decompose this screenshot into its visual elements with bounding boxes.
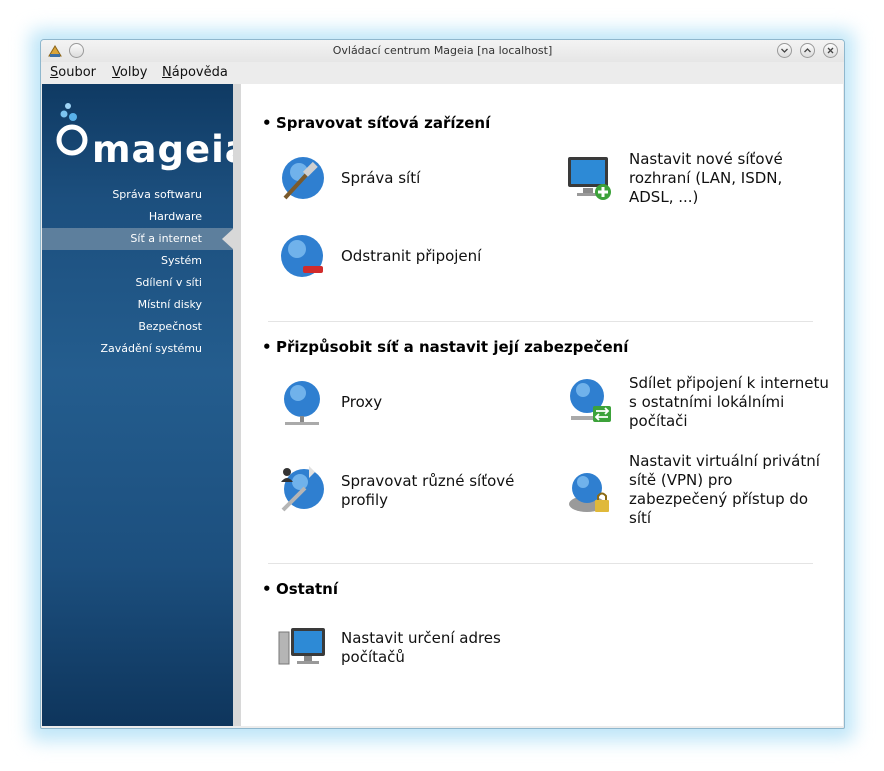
close-button[interactable] [823,43,838,58]
sidebar-item-zavadeni-systemu[interactable]: Zavádění systému [42,338,233,360]
section-title: • Spravovat síťová zařízení [262,114,491,132]
sidebar-item-sprava-softwaru[interactable]: Správa softwaru [42,184,233,206]
section-title: • Ostatní [262,580,338,598]
tool-sprava-siti[interactable]: Správa sítí [277,154,537,208]
globe-hammer-icon [282,157,324,200]
tool-sdilet-pripojeni[interactable]: Sdílet připojení k internetu s ostatními… [565,374,835,438]
globe-vpn-lock-icon [569,473,609,512]
logo-text: mageia [92,128,251,171]
title-bar[interactable]: Ovládací centrum Mageia [na localhost] [41,40,844,62]
mageia-logo: mageia [54,100,250,171]
sidebar-item-mistni-disky[interactable]: Místní disky [42,294,233,316]
menu-volby[interactable]: Volby [112,65,147,80]
close-icon [827,47,834,54]
tool-odstranit-pripojeni[interactable]: Odstranit připojení [277,232,537,286]
chevron-down-icon [781,48,788,53]
tool-label: Nastavit virtuální privátní sítě (VPN) p… [629,452,820,527]
sidebar-item-bezpecnost[interactable]: Bezpečnost [42,316,233,338]
main-panel: •Spravovat síťová zařízení Správa sítí [241,84,843,726]
computer-hosts-icon [278,628,325,665]
globe-profiles-icon [281,466,324,512]
tool-nastavit-nove-rozhrani[interactable]: Nastavit nové síťové rozhraní (LAN, ISDN… [565,150,835,212]
mageia-cauldron-icon [56,103,88,156]
sidebar-nav: Správa softwaru Hardware Síť a internet … [42,184,234,360]
section-divider [268,321,813,322]
tool-label: Nastavit nové síťové rozhraní (LAN, ISDN… [629,150,783,206]
app-window: Ovládací centrum Mageia [na localhost] S… [40,39,845,729]
sidebar-item-system[interactable]: Systém [42,250,233,272]
tool-label: Sdílet připojení k internetu s ostatními… [629,374,829,430]
menu-napoveda[interactable]: Nápověda [162,65,228,80]
section-title: • Přizpůsobit síť a nastavit její zabezpe… [262,338,629,356]
chevron-up-icon [804,48,811,53]
sidebar-item-sit-a-internet[interactable]: Síť a internet [42,228,234,250]
window-title: Ovládací centrum Mageia [na localhost] [332,44,553,57]
maximize-button[interactable] [800,43,815,58]
tool-label: Spravovat různé síťové profily [341,472,515,509]
sidebar: mageia Správa softwaru Hardware Síť a in… [42,84,250,726]
tool-label: Odstranit připojení [341,247,482,265]
tool-spravovat-profily[interactable]: Spravovat různé síťové profily [277,464,537,524]
globe-share-icon [570,379,611,422]
minimize-button[interactable] [777,43,792,58]
tool-label: Proxy [341,393,383,411]
tool-label: Nastavit určení adres počítačů [341,629,501,666]
sidebar-item-hardware[interactable]: Hardware [42,206,233,228]
menu-soubor[interactable]: Soubor [50,65,96,80]
tool-nastavit-vpn[interactable]: Nastavit virtuální privátní sítě (VPN) p… [565,452,835,534]
monitor-add-icon [568,157,611,200]
menu-bar: Soubor Volby Nápověda [41,63,844,83]
globe-remove-icon [281,235,323,277]
content-area: mageia Správa softwaru Hardware Síť a in… [42,84,843,726]
globe-network-icon [284,381,320,425]
splitter[interactable] [233,84,241,726]
sidebar-item-sdileni-v-siti[interactable]: Sdílení v síti [42,272,233,294]
tool-nastavit-urceni-adres[interactable]: Nastavit určení adres počítačů [277,622,537,682]
section-divider [268,563,813,564]
tool-proxy[interactable]: Proxy [277,378,537,432]
tool-label: Správa sítí [341,169,421,187]
